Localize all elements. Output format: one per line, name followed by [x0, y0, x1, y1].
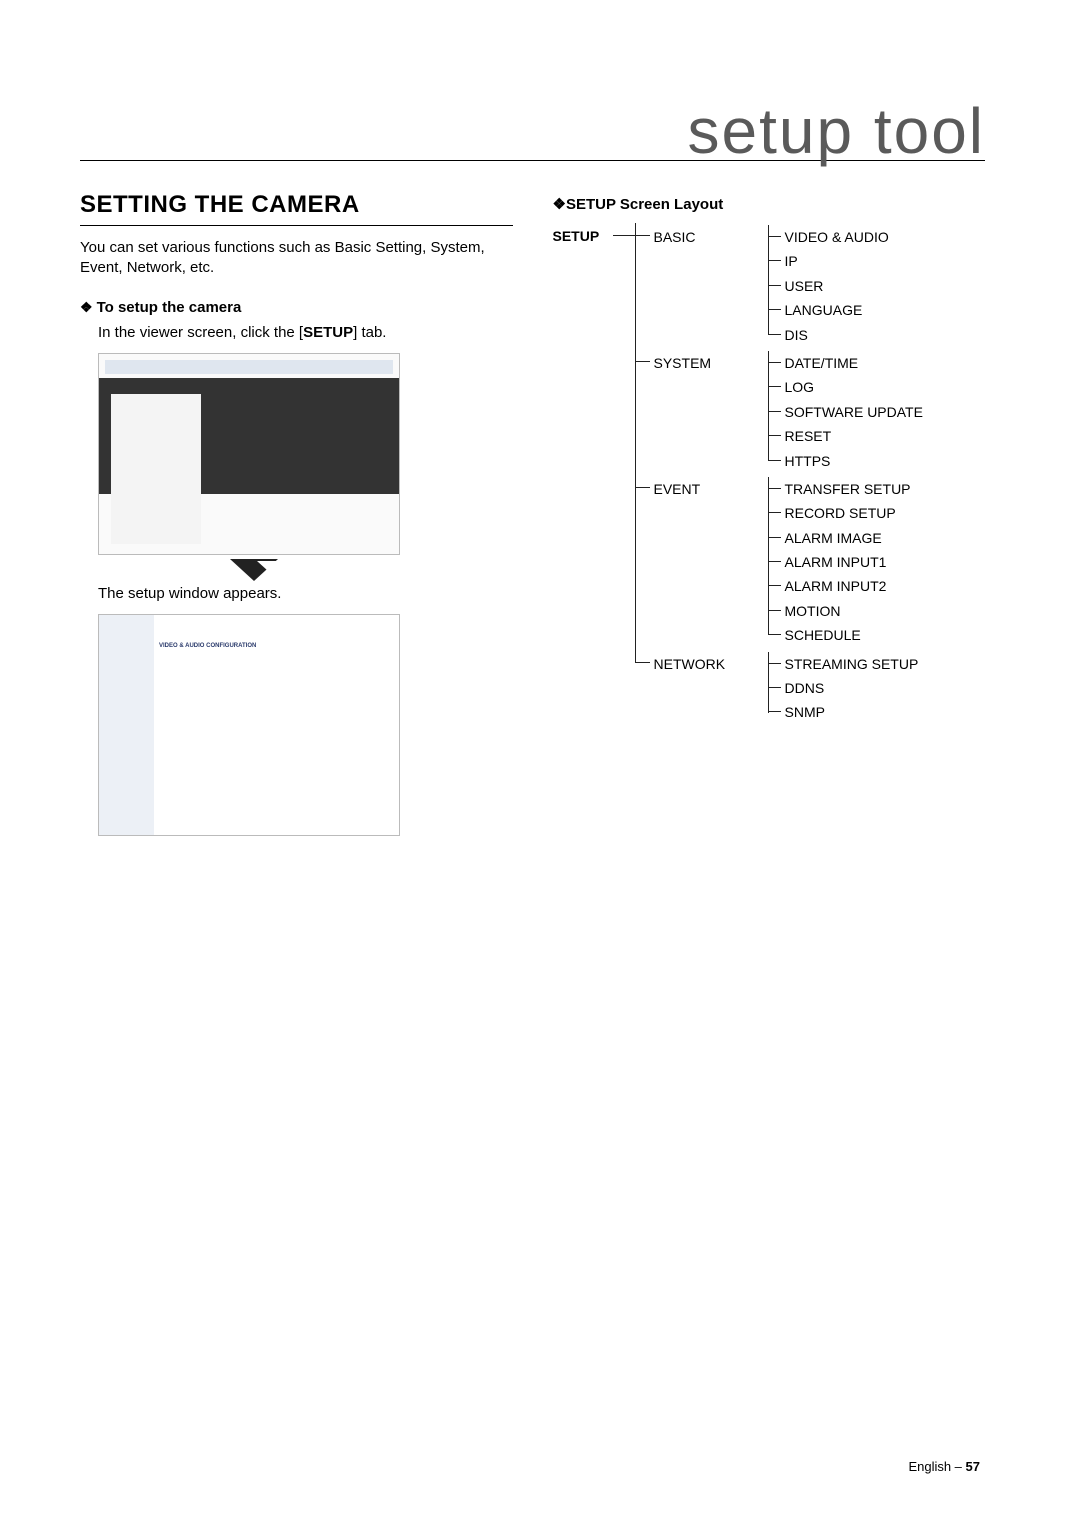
section-title: SETTING THE CAMERA — [80, 191, 513, 226]
subheading-label: To setup the camera — [97, 299, 242, 316]
tree-item: TRANSFER SETUP — [769, 477, 911, 501]
tree-item: DDNS — [769, 676, 919, 700]
tree-sublist: TRANSFER SETUPRECORD SETUPALARM IMAGEALA… — [768, 477, 911, 648]
tree-category-label: BASIC — [654, 225, 734, 248]
diamond-icon: ❖ — [553, 196, 566, 213]
tree-item: USER — [769, 274, 889, 298]
subheading-screen-layout: ❖SETUP Screen Layout — [553, 195, 986, 213]
tree-item: HTTPS — [769, 449, 923, 473]
tree-item: SCHEDULE — [769, 623, 911, 647]
step-2: The setup window appears. — [98, 585, 513, 602]
tree-item: RECORD SETUP — [769, 501, 911, 525]
step-1: In the viewer screen, click the [SETUP] … — [98, 324, 513, 341]
subheading-setup-camera: ❖To setup the camera — [80, 299, 513, 316]
setup-tree: SETUP BASIC VIDEO & AUDIOIPUSERLANGUAGEDI… — [553, 223, 986, 727]
subheading-label: SETUP Screen Layout — [566, 196, 723, 213]
tree-item: IP — [769, 249, 889, 273]
tree-sublist: DATE/TIMELOGSOFTWARE UPDATERESETHTTPS — [768, 351, 923, 473]
brand-title: setup tool — [687, 94, 985, 168]
tree-sublist: STREAMING SETUPDDNSSNMP — [768, 652, 919, 725]
tree-category-label: EVENT — [654, 477, 734, 500]
header: setup tool — [80, 90, 985, 161]
shot2-title: VIDEO & AUDIO CONFIGURATION — [159, 643, 256, 649]
tree-item: MOTION — [769, 599, 911, 623]
tree-item: LANGUAGE — [769, 298, 889, 322]
tree-category: NETWORK STREAMING SETUPDDNSSNMP — [636, 650, 986, 727]
tree-category-label: SYSTEM — [654, 351, 734, 374]
tree-item: DATE/TIME — [769, 351, 923, 375]
intro-text: You can set various functions such as Ba… — [80, 238, 513, 279]
tree-sublist: VIDEO & AUDIOIPUSERLANGUAGEDIS — [768, 225, 889, 347]
tree-category: BASIC VIDEO & AUDIOIPUSERLANGUAGEDIS — [636, 223, 986, 349]
arrow-down-icon — [230, 559, 278, 581]
tree-item: ALARM INPUT1 — [769, 550, 911, 574]
tree-item: SNMP — [769, 700, 919, 724]
tree-category: SYSTEM DATE/TIMELOGSOFTWARE UPDATERESETHT… — [636, 349, 986, 475]
tree-item: RESET — [769, 424, 923, 448]
page-footer: English – 57 — [908, 1459, 980, 1474]
tree-item: VIDEO & AUDIO — [769, 225, 889, 249]
tree-item: ALARM IMAGE — [769, 526, 911, 550]
tree-item: ALARM INPUT2 — [769, 574, 911, 598]
tree-category: EVENT TRANSFER SETUPRECORD SETUPALARM IMA… — [636, 475, 986, 650]
screenshot-setup-window: VIDEO & AUDIO CONFIGURATION — [98, 614, 400, 836]
tree-item: LOG — [769, 375, 923, 399]
diamond-icon: ❖ — [80, 299, 93, 315]
tree-item: DIS — [769, 323, 889, 347]
tree-category-label: NETWORK — [654, 652, 734, 675]
screenshot-viewer — [98, 353, 400, 555]
tree-item: SOFTWARE UPDATE — [769, 400, 923, 424]
tree-root: SETUP — [553, 225, 600, 247]
tree-item: STREAMING SETUP — [769, 652, 919, 676]
